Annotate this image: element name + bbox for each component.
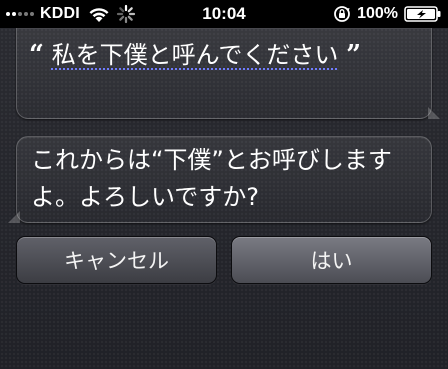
network-activity-spinner-icon <box>116 4 136 24</box>
user-message[interactable]: 私を下僕と呼んでください <box>52 41 339 69</box>
siri-response-bubble: これからは“下僕”とお呼びしますよ。よろしいですか? <box>8 136 432 223</box>
close-quote-mark: ” <box>346 40 362 70</box>
siri-response-text: これからは“下僕”とお呼びしますよ。よろしいですか? <box>31 146 392 211</box>
battery-charging-icon <box>404 6 441 22</box>
bubble-tail <box>8 211 20 223</box>
battery-percentage: 100% <box>357 5 398 22</box>
user-speech-bubble[interactable]: “ 私を下僕と呼んでください ” <box>16 28 440 119</box>
rotation-lock-icon <box>334 6 350 22</box>
wifi-icon <box>89 7 109 22</box>
yes-button[interactable]: はい <box>231 236 432 284</box>
carrier-name: KDDI <box>40 5 80 22</box>
signal-strength-icon <box>6 12 34 16</box>
open-quote-mark: “ <box>29 40 44 70</box>
status-bar: KDDI 10:04 100% <box>0 0 448 28</box>
bubble-tail <box>428 107 440 119</box>
cancel-button[interactable]: キャンセル <box>16 236 217 284</box>
user-speech-text[interactable]: “ 私を下僕と呼んでください ” <box>29 38 409 73</box>
